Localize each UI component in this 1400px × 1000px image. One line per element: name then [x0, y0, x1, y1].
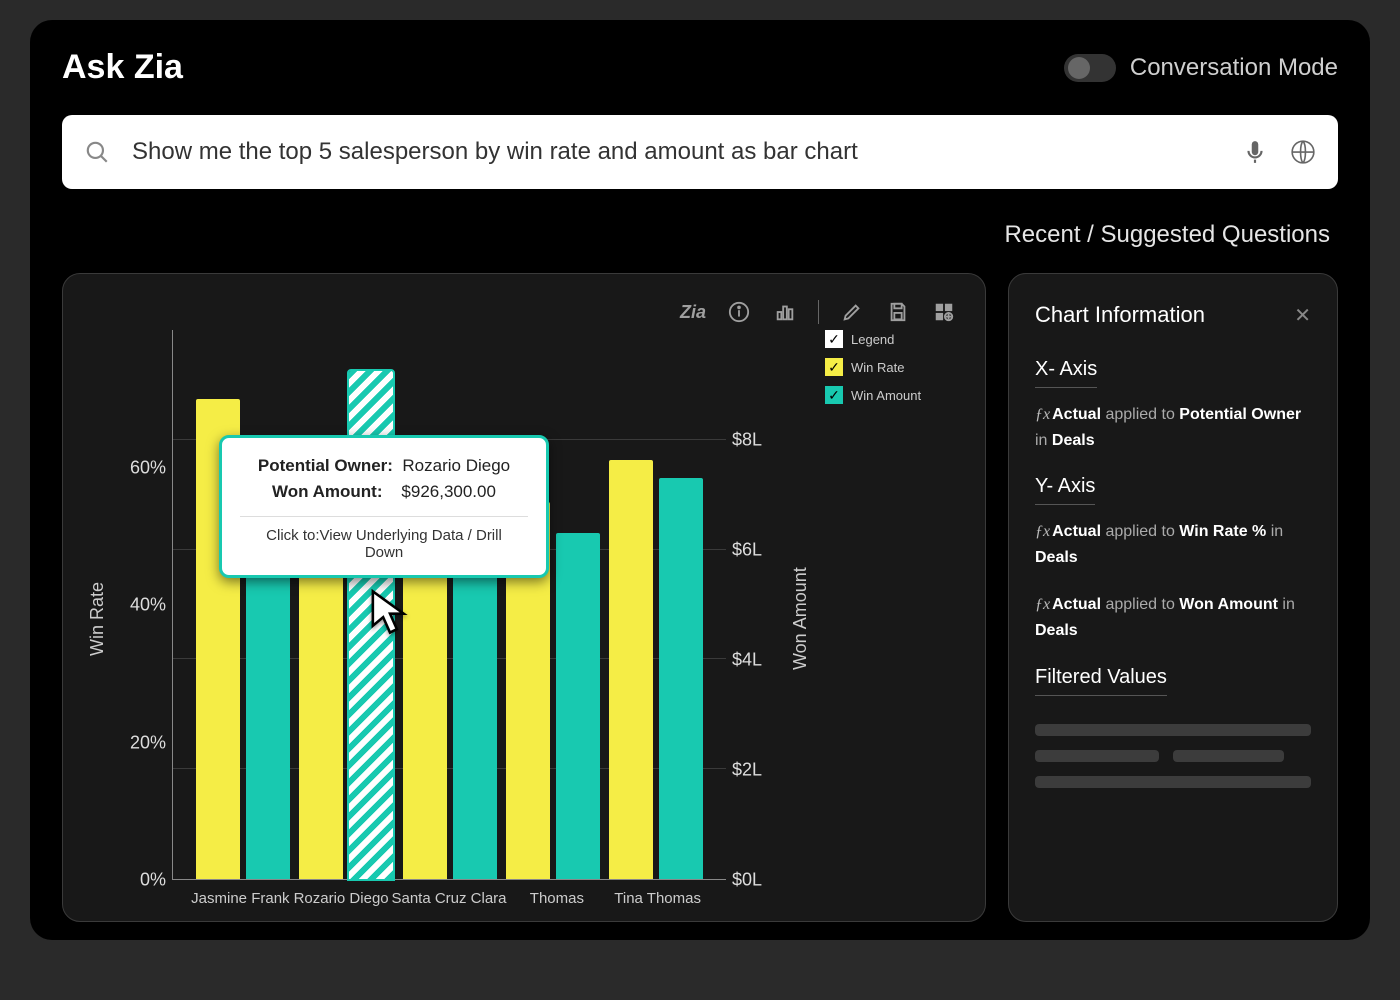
search-icon: [84, 139, 110, 165]
tooltip-amount-value: $926,300.00: [401, 482, 496, 501]
y-left-tick: 20%: [130, 732, 166, 753]
chart-information-panel: Chart Information ✕ X- Axis ƒxActual app…: [1008, 273, 1338, 922]
chart-body: Win Rate 0% 20% 40% 60% Potential Owner: Ro…: [83, 330, 965, 907]
cursor-icon: [368, 588, 412, 636]
bar-won-amount[interactable]: [556, 533, 600, 879]
app-title: Ask Zia: [62, 48, 183, 87]
conversation-mode-toggle[interactable]: [1064, 54, 1116, 82]
bar-group: [398, 330, 501, 879]
bar-group: [605, 330, 708, 879]
y-axis-description-2: ƒxActual applied to Won Amount in Deals: [1035, 592, 1311, 643]
y-axis-left-label: Win Rate: [83, 330, 112, 907]
legend-winamount-label: Win Amount: [851, 388, 921, 403]
y-axis-right-ticks: $0L$2L$4L$6L$8L: [726, 330, 786, 880]
conversation-mode-control: Conversation Mode: [1064, 54, 1338, 82]
x-axis-ticks: Jasmine FrankRozario DiegoSanta Cruz Cla…: [112, 880, 786, 907]
y-right-tick: $0L: [732, 870, 762, 891]
legend-header-label: Legend: [851, 332, 894, 347]
bar-win-rate[interactable]: [609, 460, 653, 879]
y-left-tick: 60%: [130, 457, 166, 478]
search-bar: [62, 115, 1338, 189]
y-right-tick: $4L: [732, 650, 762, 671]
x-tick: Tina Thomas: [607, 890, 708, 907]
edit-icon[interactable]: [839, 299, 865, 325]
bar-group: [501, 330, 604, 879]
y-right-tick: $8L: [732, 430, 762, 451]
y-right-tick: $6L: [732, 540, 762, 561]
bar-won-amount[interactable]: [659, 478, 703, 879]
x-axis-section-title: X- Axis: [1035, 358, 1097, 388]
globe-icon[interactable]: [1290, 139, 1316, 165]
plot-area[interactable]: Potential Owner: Rozario Diego Won Amoun…: [172, 330, 726, 880]
tooltip-owner-label: Potential Owner:: [258, 456, 393, 475]
save-icon[interactable]: [885, 299, 911, 325]
toolbar-divider: [818, 300, 819, 324]
close-icon[interactable]: ✕: [1294, 303, 1311, 328]
x-tick: Thomas: [507, 890, 608, 907]
y-left-tick: 40%: [130, 595, 166, 616]
toggle-knob: [1068, 57, 1090, 79]
x-tick: Jasmine Frank: [190, 890, 291, 907]
bar-group: [191, 330, 294, 879]
dashboard-add-icon[interactable]: [931, 299, 957, 325]
conversation-mode-label: Conversation Mode: [1130, 54, 1338, 82]
search-input[interactable]: [132, 138, 1220, 166]
legend-item-win-amount[interactable]: ✓ Win Amount: [825, 386, 965, 404]
tooltip-owner-value: Rozario Diego: [402, 456, 510, 475]
y-axis-left-ticks: 0%20%40%60%: [112, 330, 172, 880]
content: Zia Win Rate: [54, 273, 1346, 922]
y-axis-description-1: ƒxActual applied to Win Rate % in Deals: [1035, 519, 1311, 570]
x-tick: Santa Cruz Clara: [391, 890, 506, 907]
y-right-tick: $2L: [732, 760, 762, 781]
chart-tooltip[interactable]: Potential Owner: Rozario Diego Won Amoun…: [219, 435, 549, 578]
legend-winrate-label: Win Rate: [851, 360, 904, 375]
chart-panel: Zia Win Rate: [62, 273, 986, 922]
y-axis-section-title: Y- Axis: [1035, 475, 1095, 505]
tooltip-hint: Click to:View Underlying Data / Drill Do…: [246, 527, 522, 561]
legend-header[interactable]: ✓ Legend: [825, 330, 965, 348]
zia-icon[interactable]: Zia: [680, 299, 706, 325]
bars-layer: [173, 330, 726, 879]
chart-type-icon[interactable]: [772, 299, 798, 325]
info-icon[interactable]: [726, 299, 752, 325]
chart-legend: ✓ Legend ✓ Win Rate ✓ Win Amount: [815, 330, 965, 907]
x-tick: Rozario Diego: [291, 890, 392, 907]
y-left-tick: 0%: [140, 870, 166, 891]
chart-info-title: Chart Information: [1035, 302, 1205, 328]
x-axis-description: ƒxActual applied to Potential Owner in D…: [1035, 402, 1311, 453]
filtered-values-title: Filtered Values: [1035, 666, 1167, 696]
legend-item-win-rate[interactable]: ✓ Win Rate: [825, 358, 965, 376]
filtered-values-placeholder: [1035, 724, 1311, 788]
header: Ask Zia Conversation Mode: [54, 44, 1346, 107]
recent-suggested-header: Recent / Suggested Questions: [54, 189, 1346, 273]
tooltip-amount-label: Won Amount:: [272, 482, 382, 501]
ask-zia-window: Ask Zia Conversation Mode Recent / Sugge…: [30, 20, 1370, 940]
chart-toolbar: Zia: [83, 294, 965, 330]
microphone-icon[interactable]: [1242, 139, 1268, 165]
y-axis-right-label: Won Amount: [786, 330, 815, 907]
